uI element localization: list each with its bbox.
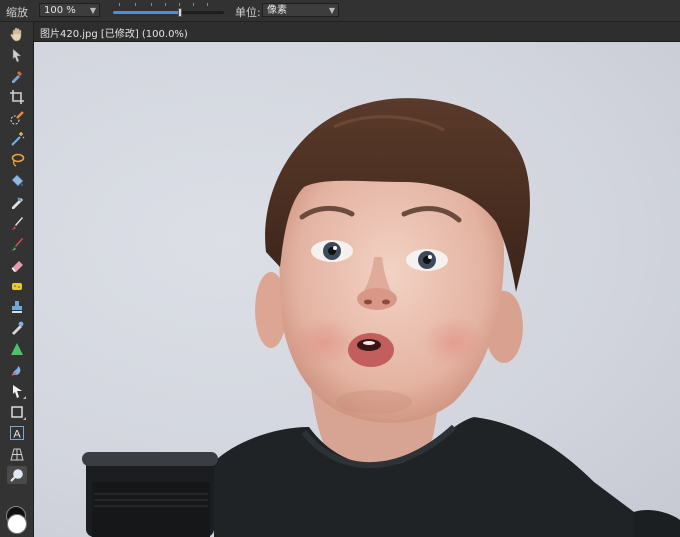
eraser-icon: [11, 261, 23, 272]
crop-icon: [10, 90, 24, 104]
sharpen-tool[interactable]: [7, 340, 27, 358]
erase-brush-tool[interactable]: [7, 256, 27, 274]
paint-bucket-icon: [11, 174, 24, 187]
document-tab-title[interactable]: 图片420.jpg [已修改] (100.0%): [40, 25, 188, 40]
color-brush-icon: [11, 238, 23, 251]
photo-image: [82, 98, 680, 537]
tools-panel: A: [0, 22, 34, 537]
gradient-tool[interactable]: [7, 193, 27, 211]
chevron-down-icon[interactable]: ▼: [90, 4, 96, 18]
artistic-text-tool[interactable]: A: [7, 424, 27, 442]
move-tool[interactable]: [7, 46, 27, 64]
magic-wand-icon: [11, 132, 25, 146]
clone-tool[interactable]: [7, 298, 27, 316]
color-picker-tool[interactable]: [7, 67, 27, 85]
flood-fill-tool[interactable]: [7, 172, 27, 190]
unit-value: 像素: [267, 5, 287, 16]
selection-brush-tool[interactable]: [7, 109, 27, 127]
unit-combobox[interactable]: 像素 ▼: [262, 3, 339, 17]
mesh-icon: [10, 448, 24, 461]
svg-text:A: A: [13, 429, 21, 441]
mesh-warp-tool[interactable]: [7, 445, 27, 463]
paint-brush-tool[interactable]: [7, 214, 27, 232]
stamp-icon: [12, 301, 22, 313]
zoom-slider[interactable]: [113, 3, 224, 17]
text-icon: A: [10, 426, 24, 441]
lasso-icon: [11, 153, 25, 167]
triangle-icon: [11, 343, 23, 355]
zoom-value: 100 %: [44, 5, 76, 16]
node-tool[interactable]: [7, 382, 27, 400]
document-tab-bar: 图片420.jpg [已修改] (100.0%): [34, 22, 680, 42]
arrow-pointer-icon: [12, 48, 22, 63]
context-toolbar: 缩放 100 % ▼ 单位: 像素 ▼: [0, 0, 680, 22]
magic-wand-tool[interactable]: [7, 130, 27, 148]
gradient-icon: [12, 197, 23, 209]
slider-ticks: [113, 3, 224, 7]
dodge-tool[interactable]: [7, 277, 27, 295]
smudge-icon: [11, 366, 21, 376]
selection-brush-icon: [10, 111, 24, 125]
primary-color-swatch[interactable]: [7, 514, 27, 534]
zoom-combobox[interactable]: 100 % ▼: [39, 3, 100, 17]
paintbrush-icon: [11, 217, 23, 230]
freehand-selection-tool[interactable]: [7, 151, 27, 169]
smudge-tool[interactable]: [7, 361, 27, 379]
crop-tool[interactable]: [7, 88, 27, 106]
slider-fill: [113, 11, 180, 14]
hand-icon: [10, 27, 22, 42]
chevron-down-icon[interactable]: ▼: [329, 4, 335, 18]
color-replacement-tool[interactable]: [7, 235, 27, 253]
eyedropper-icon: [12, 71, 22, 83]
blemish-removal-tool[interactable]: [7, 319, 27, 337]
hand-tool[interactable]: [7, 25, 27, 43]
unit-label: 单位:: [235, 6, 261, 19]
healing-brush-icon: [12, 321, 24, 335]
sponge-icon: [12, 283, 22, 290]
zoom-tool[interactable]: [7, 466, 27, 484]
zoom-label: 缩放: [6, 6, 28, 19]
color-swatches[interactable]: [5, 506, 29, 534]
slider-thumb[interactable]: [177, 8, 182, 17]
rectangle-tool[interactable]: [7, 403, 27, 421]
canvas-area[interactable]: [34, 42, 680, 537]
magnifier-icon: [10, 469, 23, 482]
